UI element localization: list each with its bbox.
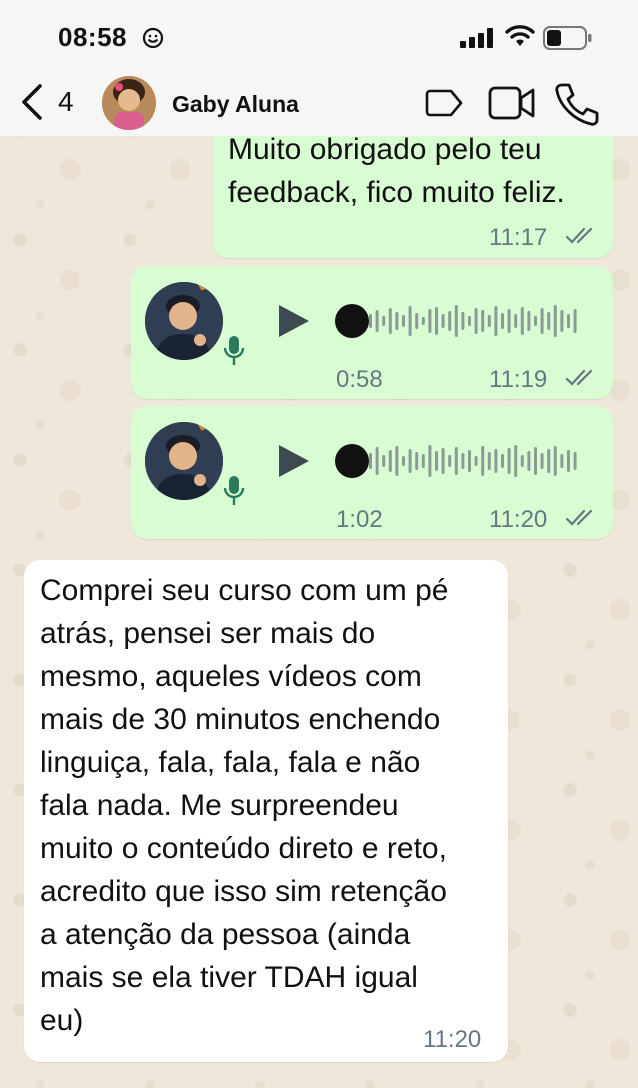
sender-avatar: [145, 282, 223, 360]
chat-navigation: 4 Gaby Aluna: [0, 72, 638, 136]
battery-icon: [543, 26, 592, 50]
unread-count[interactable]: 4: [58, 86, 74, 118]
message-time: 11:17: [489, 224, 548, 251]
outgoing-voice-message[interactable]: 1:02 11:20: [131, 406, 613, 539]
status-time: 08:58: [58, 22, 127, 52]
message-text-line: muito o conteúdo direto e reto,: [40, 832, 447, 865]
message-text-line: mais se ela tiver TDAH igual: [40, 961, 418, 994]
message-text-line: mais de 30 minutos enchendo: [40, 703, 441, 736]
status-bar: 08:58: [0, 0, 638, 80]
play-icon[interactable]: [277, 443, 311, 479]
message-text-line: eu): [40, 1004, 84, 1037]
message-text-line: fala nada. Me surpreendeu: [40, 789, 399, 822]
playback-scrubber[interactable]: [335, 444, 369, 478]
outgoing-voice-message[interactable]: 0:58 11:19: [131, 266, 613, 399]
message-time: 11:19: [489, 366, 548, 393]
video-call-icon[interactable]: [488, 85, 536, 121]
microphone-icon: [223, 476, 245, 505]
message-text-line: Comprei seu curso com um pé: [40, 574, 449, 607]
wifi-icon: [505, 25, 535, 46]
focus-smile-icon: [142, 27, 164, 49]
play-icon[interactable]: [277, 303, 311, 339]
message-text-line: acredito que isso sim retenção: [40, 875, 447, 908]
message-text-line: mesmo, aqueles vídeos com: [40, 660, 422, 693]
read-receipt-icon: [565, 369, 593, 386]
contact-avatar[interactable]: [102, 76, 156, 130]
chat-header: 08:58 4 Gaby Aluna: [0, 0, 638, 136]
message-text-line: atrás, pensei ser mais do: [40, 617, 376, 650]
read-receipt-icon: [565, 509, 593, 526]
contact-name[interactable]: Gaby Aluna: [172, 91, 299, 118]
playback-scrubber[interactable]: [335, 304, 369, 338]
message-time: 11:20: [423, 1026, 482, 1053]
label-tag-icon[interactable]: [425, 87, 465, 119]
message-time: 11:20: [489, 506, 548, 533]
voice-duration: 1:02: [336, 506, 383, 533]
voice-duration: 0:58: [336, 366, 383, 393]
back-chevron-icon[interactable]: [18, 82, 48, 122]
message-text-line: linguiça, fala, fala, fala e não: [40, 746, 421, 779]
incoming-message[interactable]: Comprei seu curso com um pé atrás, pense…: [24, 560, 508, 1062]
sender-avatar: [145, 422, 223, 500]
cellular-signal-icon: [460, 28, 493, 48]
audio-waveform[interactable]: [367, 301, 583, 341]
audio-waveform[interactable]: [367, 441, 583, 481]
message-text-line: a atenção da pessoa (ainda: [40, 918, 411, 951]
message-text-line: feedback, fico muito feliz.: [228, 176, 565, 209]
read-receipt-icon: [565, 227, 593, 244]
microphone-icon: [223, 336, 245, 365]
voice-call-icon[interactable]: [554, 82, 600, 126]
